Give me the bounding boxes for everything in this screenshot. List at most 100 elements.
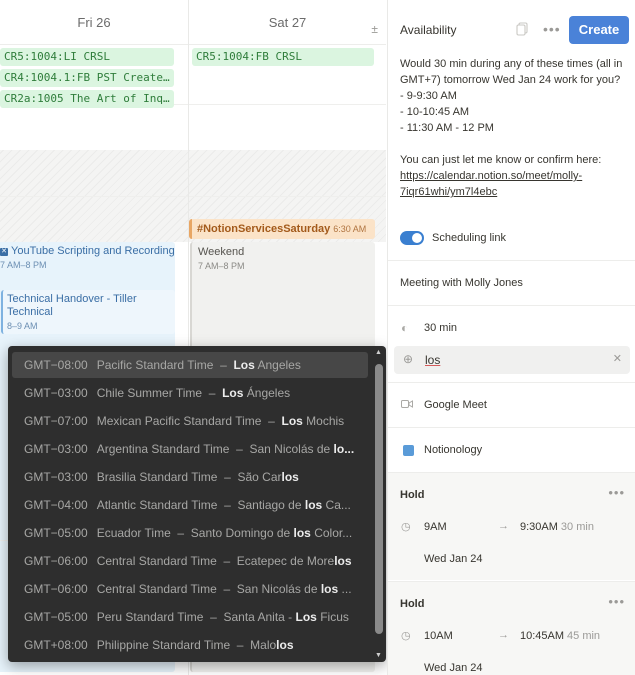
- timezone-name: Brasilia Standard Time: [96, 470, 218, 484]
- city-suffix: Ca...: [322, 498, 351, 512]
- hold-label: Hold: [400, 489, 425, 501]
- dropdown-scrollbar[interactable]: ▲ ▼: [372, 346, 386, 662]
- timezone-option[interactable]: GMT−07:00 Mexican Pacific Standard Time –…: [12, 408, 368, 434]
- separator: –: [220, 358, 227, 372]
- timezone-name: Peru Standard Time: [96, 610, 204, 624]
- separator: –: [224, 498, 231, 512]
- timezone-offset: GMT−08:00: [24, 358, 88, 372]
- city-prefix: Santo Domingo de: [190, 526, 294, 540]
- separator: –: [236, 638, 244, 652]
- day-header-sat[interactable]: Sat 27: [189, 0, 386, 44]
- timezone-option[interactable]: GMT+08:00 Philippine Standard Time – Malo…: [12, 632, 368, 658]
- timezone-option[interactable]: GMT−03:00 Argentina Standard Time – San N…: [12, 436, 368, 462]
- separator: –: [223, 582, 231, 596]
- separator: –: [177, 526, 185, 540]
- globe-icon: ⊕: [403, 352, 414, 366]
- city-match: lo...: [333, 442, 355, 456]
- city-suffix: Color...: [310, 526, 353, 540]
- separator: –: [268, 414, 275, 428]
- meeting-title[interactable]: Meeting with Molly Jones: [400, 277, 523, 289]
- hold-start[interactable]: 10AM: [424, 630, 453, 642]
- event-crsl-fb[interactable]: CR5:1004:FB CRSL: [192, 48, 374, 66]
- city-match: los: [293, 526, 311, 540]
- city-match: los: [304, 498, 323, 512]
- event-title: #NotionServicesSaturday: [197, 223, 331, 235]
- timezone-offset: GMT−06:00: [24, 582, 88, 596]
- timezone-search-input[interactable]: [425, 352, 595, 368]
- timezone-option[interactable]: GMT−05:00 Ecuador Time – Santo Domingo de…: [12, 520, 368, 546]
- hold-card[interactable]: Hold ••• ◷ 10AM → 10:45AM 45 min Wed Jan …: [388, 582, 635, 675]
- video-camera-icon: [401, 398, 413, 412]
- scrollbar-thumb[interactable]: [375, 364, 383, 634]
- event-technical-handover[interactable]: Technical Handover - Tiller Technical 8–…: [1, 290, 175, 334]
- hold-end[interactable]: 9:30AM 30 min: [520, 521, 594, 533]
- city-match: Los: [222, 386, 244, 400]
- city-suffix: Mochis: [302, 414, 345, 428]
- timezone-option[interactable]: GMT−08:00 Pacific Standard Time – Los Ang…: [12, 352, 368, 378]
- timezone-option[interactable]: GMT−05:00 Peru Standard Time – Santa Anit…: [12, 604, 368, 630]
- clear-icon[interactable]: ✕: [613, 352, 622, 365]
- separator: –: [236, 442, 243, 456]
- header-divider: [0, 44, 386, 45]
- city-suffix: Angeles: [254, 358, 301, 372]
- city-match: los: [320, 582, 339, 596]
- calendar-name[interactable]: Notionology: [424, 444, 482, 456]
- timezone-option[interactable]: GMT−04:00 Atlantic Standard Time – Santia…: [12, 492, 368, 518]
- scroll-up-arrow-icon[interactable]: ▲: [375, 349, 382, 356]
- panel-title: Availability: [400, 23, 457, 37]
- timezone-search-field[interactable]: ⊕ ✕: [394, 346, 630, 374]
- create-button[interactable]: Create: [569, 16, 629, 44]
- message-slot: - 9-9:30 AM: [400, 90, 457, 102]
- timezone-option[interactable]: GMT−06:00 Central Standard Time – San Nic…: [12, 576, 368, 602]
- message-line: You can just let me know or confirm here…: [400, 154, 602, 166]
- hold-duration: 45 min: [567, 630, 601, 642]
- scheduling-link-toggle[interactable]: [400, 231, 424, 245]
- availability-panel: Availability ••• Create Would 30 min dur…: [387, 0, 635, 675]
- hold-more-icon[interactable]: •••: [608, 594, 625, 609]
- hold-end[interactable]: 10:45AM 45 min: [520, 630, 600, 642]
- scheduling-link-url[interactable]: https://calendar.notion.so/meet/molly-7i…: [400, 170, 582, 198]
- hold-start[interactable]: 9AM: [424, 521, 447, 533]
- event-time: 7 AM–8 PM: [0, 260, 47, 270]
- copy-icon[interactable]: [516, 22, 528, 39]
- day-header-fri[interactable]: Fri 26: [0, 0, 188, 44]
- multi-day-icon: ✕: [0, 248, 8, 256]
- event-art-of-inquiry[interactable]: CR2a:1005 The Art of Inquiry: [0, 90, 174, 108]
- event-crsl-li[interactable]: CR5:1004:LI CRSL: [0, 48, 174, 66]
- more-options-icon[interactable]: •••: [543, 21, 561, 37]
- hold-date[interactable]: Wed Jan 24: [424, 662, 483, 674]
- timezone-option[interactable]: GMT−06:00 Central Standard Time – Ecatepe…: [12, 548, 368, 574]
- hold-card[interactable]: Hold ••• ◷ 9AM → 9:30AM 30 min Wed Jan 24: [388, 473, 635, 580]
- city-suffix: Ficus: [316, 610, 349, 624]
- timezone-name: Mexican Pacific Standard Time: [96, 414, 262, 428]
- conferencing-value[interactable]: Google Meet: [424, 399, 487, 411]
- city-prefix: Ecatepec de More: [236, 554, 335, 568]
- timezone-option[interactable]: GMT−03:00 Brasilia Standard Time – São Ca…: [12, 464, 368, 490]
- city-match: los: [281, 470, 299, 484]
- timezone-offset: GMT−03:00: [24, 470, 88, 484]
- city-prefix: Santiago de: [237, 498, 305, 512]
- city-prefix: San Nicolás de: [236, 582, 321, 596]
- app-root: Fri 26 Sat 27 ± CR5:1004:LI CRSL CR4:100…: [0, 0, 635, 675]
- timezone-option[interactable]: GMT−03:00 Chile Summer Time – Los Ángeles: [12, 380, 368, 406]
- event-title: Technical Handover - Tiller Technical: [7, 293, 137, 318]
- duration-value[interactable]: 30 min: [424, 322, 457, 334]
- timezone-toggle-icon[interactable]: ±: [371, 22, 378, 36]
- timezone-name: Central Standard Time: [96, 554, 217, 568]
- event-notion-services-saturday[interactable]: #NotionServicesSaturday 6:30 AM: [189, 219, 375, 239]
- city-suffix: Ángeles: [243, 386, 291, 400]
- timezone-dropdown: GMT−08:00 Pacific Standard Time – Los Ang…: [8, 346, 386, 662]
- separator: –: [210, 610, 217, 624]
- event-title: ✕ YouTube Scripting and Recording: [0, 245, 175, 257]
- availability-message[interactable]: Would 30 min during any of these times (…: [400, 56, 626, 200]
- hold-date[interactable]: Wed Jan 24: [424, 553, 483, 565]
- event-create-your-e[interactable]: CR4:1004.1:FB PST Create Your E...: [0, 69, 174, 87]
- hold-more-icon[interactable]: •••: [608, 485, 625, 500]
- arrow-right-icon: →: [498, 629, 509, 641]
- scroll-down-arrow-icon[interactable]: ▼: [375, 652, 382, 659]
- hold-duration: 30 min: [560, 521, 594, 533]
- divider: [388, 382, 635, 383]
- divider: [388, 427, 635, 428]
- arrow-right-icon: →: [498, 520, 509, 532]
